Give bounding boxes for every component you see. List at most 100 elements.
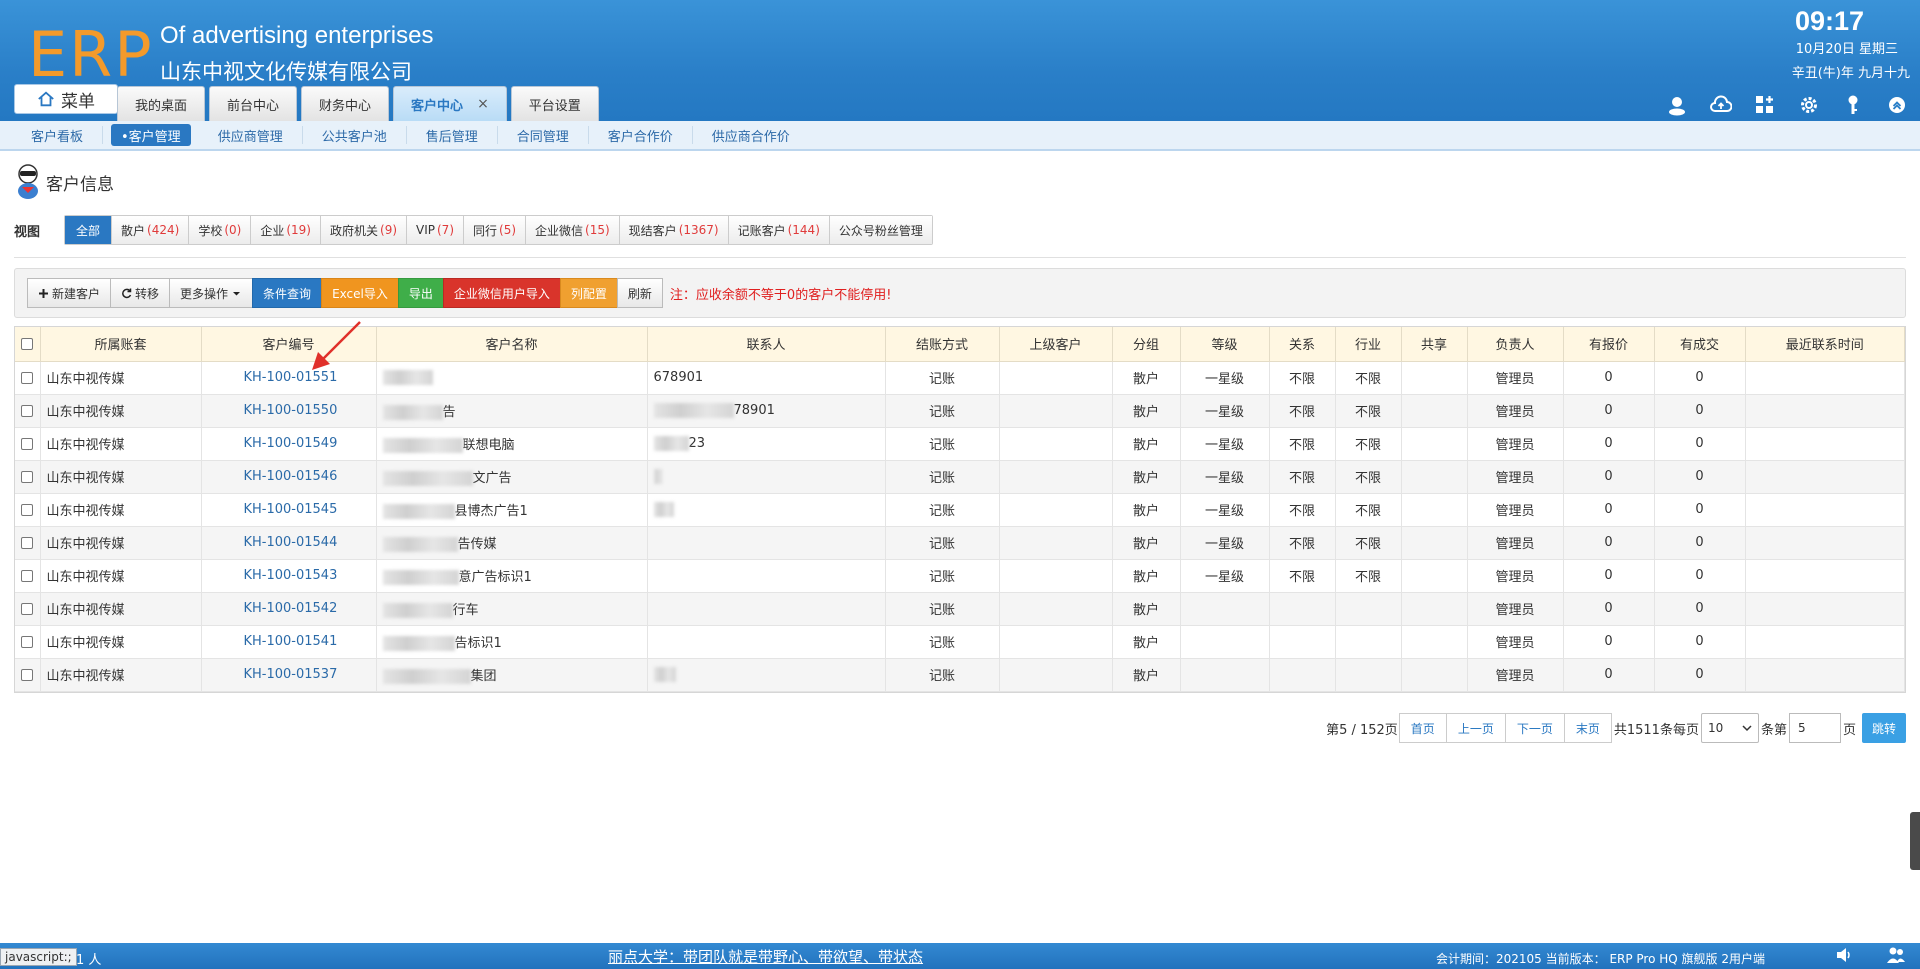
refresh-button[interactable]: 刷新	[616, 278, 663, 308]
column-header[interactable]: 结账方式	[885, 327, 1000, 362]
subnav-contracts[interactable]: 合同管理	[498, 126, 589, 145]
apps-grid-icon[interactable]	[1752, 92, 1778, 118]
table-row[interactable]: 山东中视传媒 KH-100-01541 告标识1 记账 散户 管理员 0 0	[15, 625, 1905, 659]
table-row[interactable]: 山东中视传媒 KH-100-01543 意广告标识1 记账 散户 一星级 不限 不限 管理员 0 0	[15, 559, 1905, 593]
cell-customer-code[interactable]: KH-100-01546	[201, 460, 377, 494]
key-icon[interactable]	[1840, 92, 1866, 118]
row-select-cell[interactable]	[15, 559, 41, 593]
column-header[interactable]: 负责人	[1467, 327, 1564, 362]
gear-icon[interactable]	[1796, 92, 1822, 118]
side-drag-handle[interactable]	[1910, 812, 1920, 870]
row-checkbox[interactable]	[21, 536, 34, 549]
column-header[interactable]: 有报价	[1563, 327, 1655, 362]
cell-customer-code[interactable]: KH-100-01549	[201, 427, 377, 461]
table-row[interactable]: 山东中视传媒 KH-100-01551 678901 记账 散户 一星级 不限 不限 管理员 0 0	[15, 361, 1905, 395]
row-checkbox[interactable]	[21, 437, 34, 450]
column-header[interactable]: 等级	[1180, 327, 1270, 362]
row-checkbox[interactable]	[21, 635, 34, 648]
transfer-button[interactable]: 转移	[110, 278, 171, 308]
main-menu-button[interactable]: 菜单	[14, 84, 118, 114]
cell-customer-code[interactable]: KH-100-01543	[201, 559, 377, 593]
tab-my-desktop[interactable]: 我的桌面	[117, 86, 206, 121]
table-row[interactable]: 山东中视传媒 KH-100-01550 告 78901 记账 散户 一星级 不限 不限 管理员 0 0	[15, 394, 1905, 428]
row-checkbox[interactable]	[21, 470, 34, 483]
last-page-button[interactable]: 末页	[1563, 713, 1612, 743]
close-tab-icon[interactable]: ×	[477, 96, 489, 112]
row-select-cell[interactable]	[15, 658, 41, 692]
column-config-button[interactable]: 列配置	[559, 278, 618, 308]
table-row[interactable]: 山东中视传媒 KH-100-01549 联想电脑 23 记账 散户 一星级 不限 不限 管理员 0 0	[15, 427, 1905, 461]
page-number-input[interactable]: 5	[1788, 713, 1841, 743]
tab-finance[interactable]: 财务中心	[301, 86, 390, 121]
excel-import-button[interactable]: Excel导入	[321, 278, 399, 308]
row-checkbox[interactable]	[21, 569, 34, 582]
row-select-cell[interactable]	[15, 460, 41, 494]
user-icon[interactable]	[1664, 92, 1690, 118]
subnav-supplier-price[interactable]: 供应商合作价	[693, 126, 809, 145]
view-tab-fans[interactable]: 公众号粉丝管理	[829, 216, 932, 244]
tab-platform-settings[interactable]: 平台设置	[510, 86, 599, 121]
cloud-upload-icon[interactable]	[1708, 92, 1734, 118]
tab-front-desk[interactable]: 前台中心	[209, 86, 298, 121]
row-select-cell[interactable]	[15, 592, 41, 626]
more-actions-dropdown[interactable]: 更多操作	[169, 278, 254, 308]
first-page-button[interactable]: 首页	[1398, 713, 1447, 743]
view-tab-cash[interactable]: 现结客户 (1367)	[619, 216, 729, 244]
tab-customer-center[interactable]: 客户中心 ×	[393, 86, 507, 121]
export-button[interactable]: 导出	[397, 278, 444, 308]
column-header[interactable]: 行业	[1335, 327, 1402, 362]
row-checkbox[interactable]	[21, 371, 34, 384]
view-tab-government[interactable]: 政府机关 (9)	[321, 216, 408, 244]
row-select-cell[interactable]	[15, 361, 41, 395]
row-select-cell[interactable]	[15, 394, 41, 428]
view-tab-credit[interactable]: 记账客户 (144)	[728, 216, 830, 244]
condition-query-button[interactable]: 条件查询	[252, 278, 323, 308]
cell-customer-code[interactable]: KH-100-01545	[201, 493, 377, 527]
speaker-icon[interactable]	[1834, 945, 1854, 965]
next-page-button[interactable]: 下一页	[1504, 713, 1565, 743]
table-row[interactable]: 山东中视传媒 KH-100-01545 县博杰广告1 记账 散户 一星级 不限 不限 管理员 0 0	[15, 493, 1905, 527]
users-icon[interactable]	[1886, 945, 1906, 965]
row-checkbox[interactable]	[21, 404, 34, 417]
prev-page-button[interactable]: 上一页	[1445, 713, 1506, 743]
jump-button[interactable]: 跳转	[1861, 713, 1906, 743]
wechat-user-import-button[interactable]: 企业微信用户导入	[442, 278, 561, 308]
cell-customer-code[interactable]: KH-100-01550	[201, 394, 377, 428]
column-header[interactable]: 客户名称	[376, 327, 648, 362]
cell-customer-code[interactable]: KH-100-01544	[201, 526, 377, 560]
view-tab-retail[interactable]: 散户 (424)	[112, 216, 190, 244]
table-row[interactable]: 山东中视传媒 KH-100-01544 告传媒 记账 散户 一星级 不限 不限 管理员 0 0	[15, 526, 1905, 560]
subnav-customer-price[interactable]: 客户合作价	[589, 126, 693, 145]
view-tab-wechat[interactable]: 企业微信 (15)	[526, 216, 620, 244]
column-header[interactable]: 所属账套	[40, 327, 202, 362]
subnav-customer-manage[interactable]: •客户管理	[111, 124, 191, 146]
view-tab-all[interactable]: 全部	[65, 216, 113, 244]
column-header[interactable]: 上级客户	[999, 327, 1113, 362]
table-row[interactable]: 山东中视传媒 KH-100-01542 行车 记账 散户 管理员 0 0	[15, 592, 1905, 626]
row-select-cell[interactable]	[15, 625, 41, 659]
column-header[interactable]: 有成交	[1654, 327, 1746, 362]
row-select-cell[interactable]	[15, 427, 41, 461]
column-header[interactable]: 共享	[1401, 327, 1468, 362]
view-tab-enterprise[interactable]: 企业 (19)	[251, 216, 321, 244]
subnav-after-sales[interactable]: 售后管理	[407, 126, 498, 145]
row-select-cell[interactable]	[15, 493, 41, 527]
column-header[interactable]: 关系	[1269, 327, 1336, 362]
column-header[interactable]: 联系人	[647, 327, 886, 362]
row-checkbox[interactable]	[21, 668, 34, 681]
column-header[interactable]: 最近联系时间	[1745, 327, 1905, 362]
new-customer-button[interactable]: 新建客户	[27, 278, 112, 308]
cell-customer-code[interactable]: KH-100-01542	[201, 592, 377, 626]
view-tab-school[interactable]: 学校 (0)	[189, 216, 252, 244]
view-tab-peer[interactable]: 同行 (5)	[464, 216, 527, 244]
collapse-up-icon[interactable]	[1884, 92, 1910, 118]
row-checkbox[interactable]	[21, 503, 34, 516]
per-page-select[interactable]: 10	[1700, 713, 1759, 743]
view-tab-vip[interactable]: VIP (7)	[407, 216, 464, 244]
row-checkbox[interactable]	[21, 602, 34, 615]
subnav-customer-board[interactable]: 客户看板	[12, 126, 104, 145]
column-header[interactable]: 分组	[1112, 327, 1181, 362]
table-row[interactable]: 山东中视传媒 KH-100-01537 集团 记账 散户 管理员 0 0	[15, 658, 1905, 692]
cell-customer-code[interactable]: KH-100-01541	[201, 625, 377, 659]
table-row[interactable]: 山东中视传媒 KH-100-01546 文广告 记账 散户 一星级 不限 不限 管理员 0 0	[15, 460, 1905, 494]
